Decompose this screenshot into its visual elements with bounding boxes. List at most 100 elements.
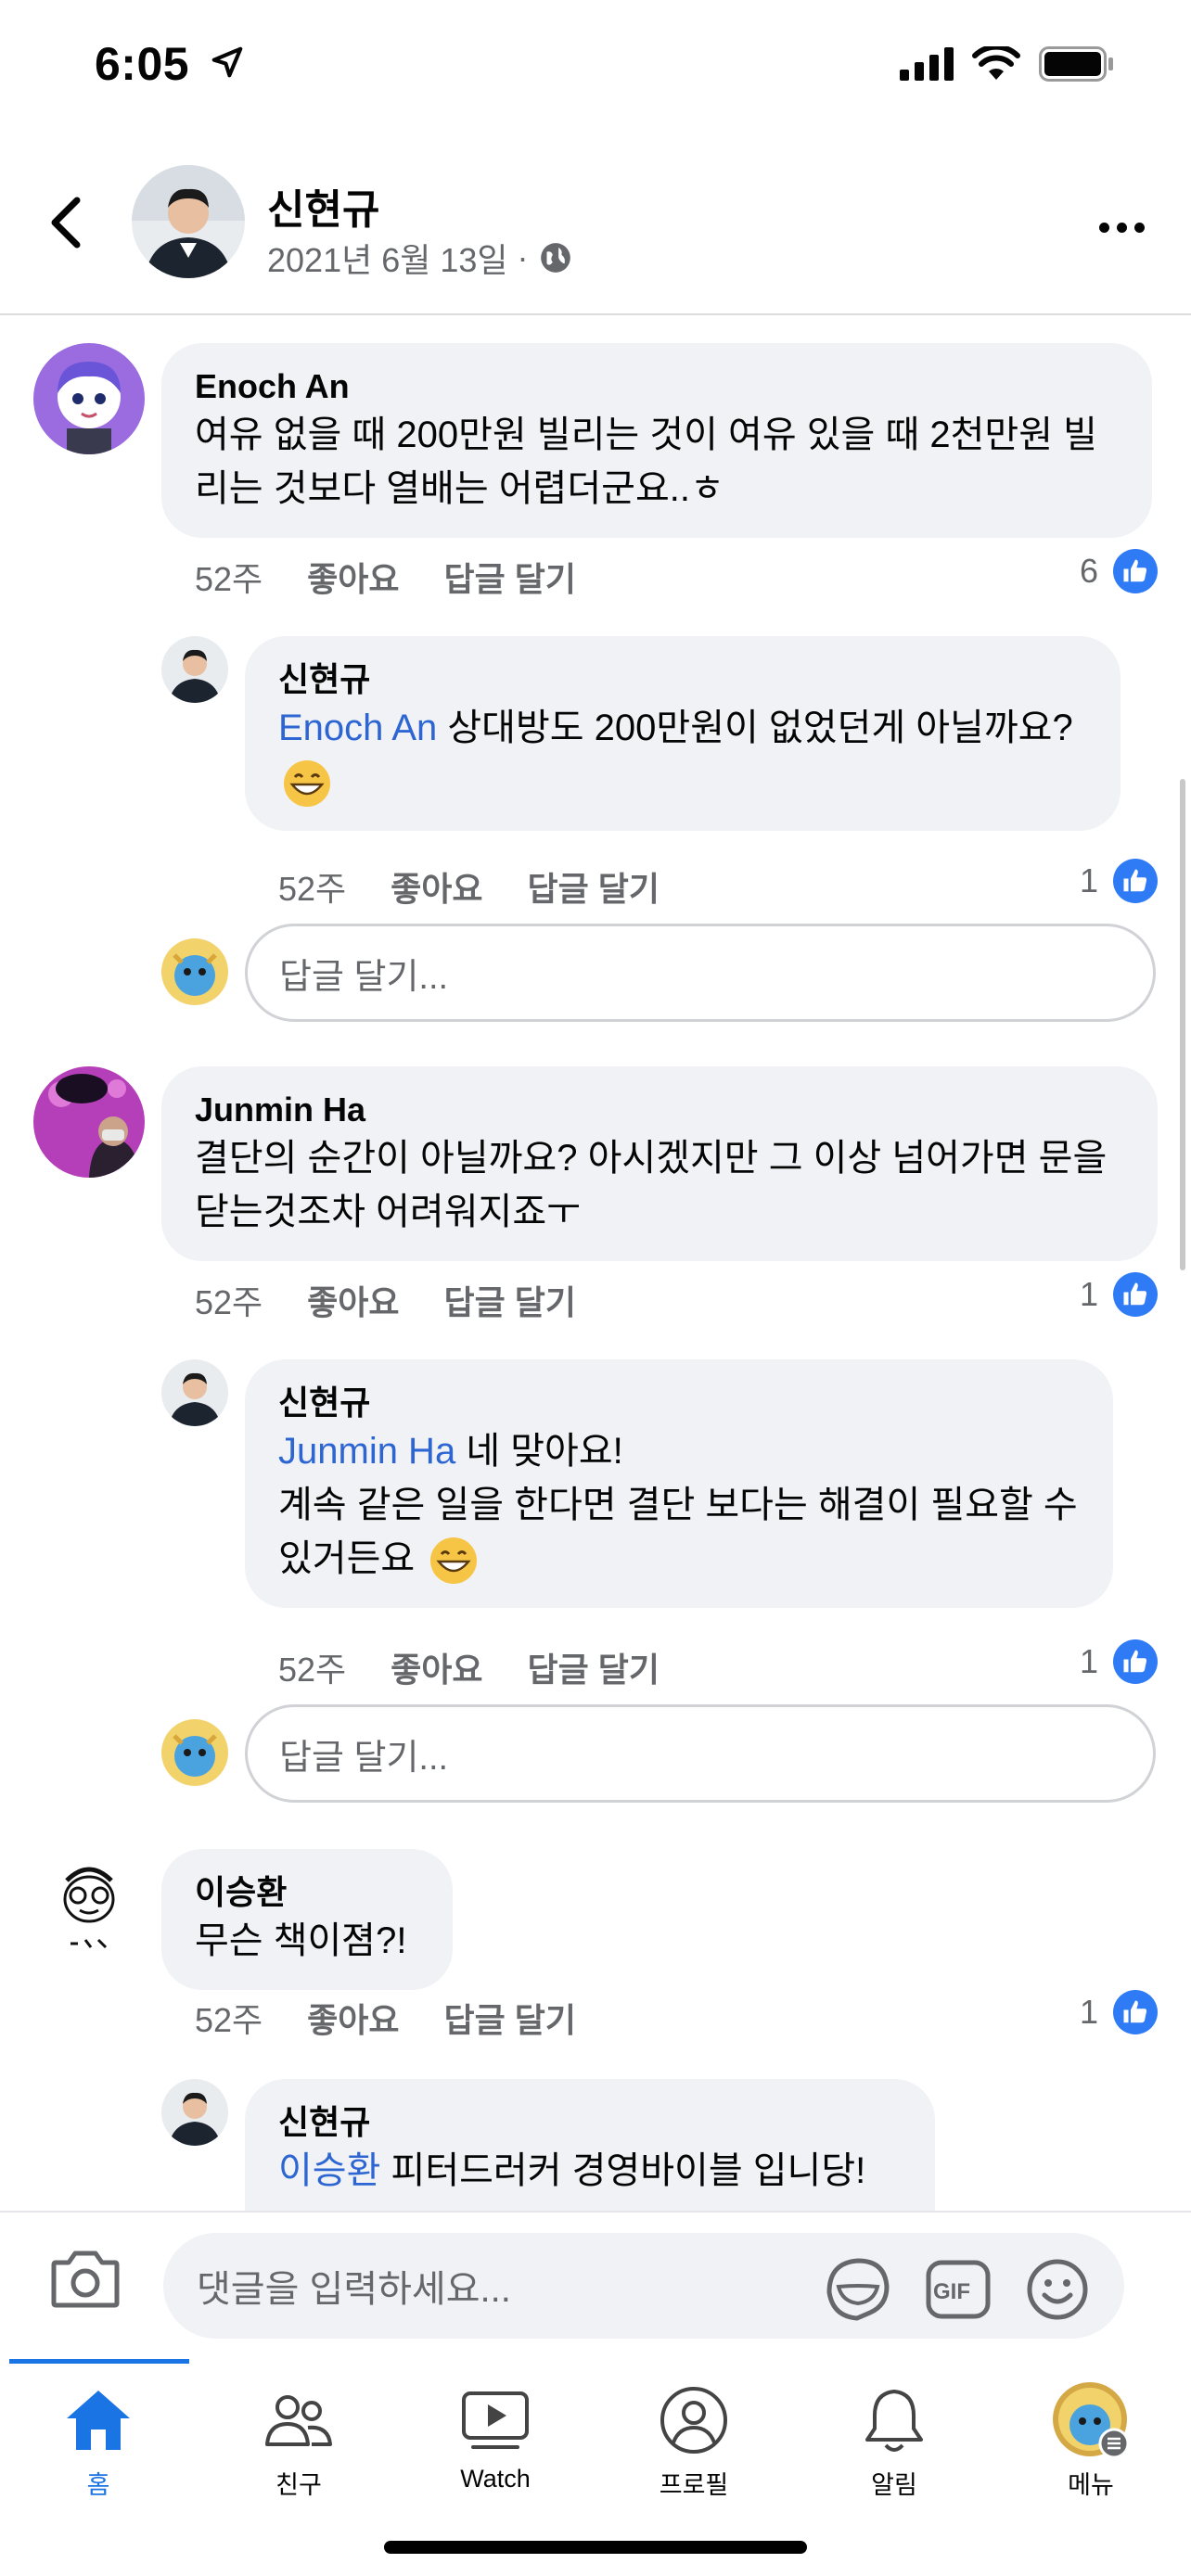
- reply-text: Junmin Ha 네 맞아요! 계속 같은 일을 한다면 결단 보다는 해결이 …: [278, 1424, 1080, 1586]
- location-arrow-icon: [210, 45, 245, 84]
- signal-icon: [900, 47, 954, 81]
- commenter-name[interactable]: Junmin Ha: [195, 1089, 1124, 1131]
- mention-link[interactable]: 이승환: [278, 2150, 380, 2191]
- meta-separator: ·: [517, 238, 529, 276]
- tab-watch[interactable]: Watch: [421, 2383, 570, 2493]
- bell-icon: [852, 2383, 936, 2457]
- reply-time: 52주: [278, 1651, 347, 1689]
- reply-button[interactable]: 답글 달기: [528, 1643, 660, 1691]
- like-button[interactable]: 좋아요: [391, 1643, 482, 1691]
- replier-avatar[interactable]: [161, 2079, 228, 2146]
- reaction-count[interactable]: 1: [1080, 1639, 1158, 1684]
- like-count: 1: [1079, 861, 1098, 899]
- reply-placeholder: 답글 달기...: [279, 1738, 449, 1778]
- comment-bubble: Junmin Ha 결단의 순간이 아닐까요? 아시겠지만 그 이상 넘어가면 …: [161, 1066, 1158, 1261]
- reply-text: Enoch An 상대방도 200만원이 없었던게 아닐까요?: [278, 701, 1087, 809]
- reply-text: 이승환 피터드러커 경영바이블 입니당!: [278, 2150, 866, 2191]
- comment-time: 52주: [195, 1283, 263, 1321]
- thumbs-up-icon: [1113, 549, 1158, 593]
- replier-name[interactable]: 신현규: [278, 2101, 902, 2144]
- comment-time: 52주: [195, 2001, 263, 2039]
- reply-button[interactable]: 답글 달기: [528, 862, 660, 911]
- status-time: 6:05: [95, 38, 190, 90]
- more-dot-icon: [1098, 222, 1109, 233]
- comment-time: 52주: [195, 560, 263, 598]
- tab-profile[interactable]: 프로필: [620, 2383, 768, 2501]
- like-count: 1: [1079, 1642, 1098, 1680]
- author-name[interactable]: 신현규: [267, 176, 379, 236]
- camera-button[interactable]: [50, 2246, 121, 2315]
- active-tab-indicator: [9, 2359, 189, 2364]
- profile-icon: [652, 2383, 736, 2457]
- replier-name[interactable]: 신현규: [278, 1382, 1080, 1424]
- reply-input[interactable]: 답글 달기...: [245, 1704, 1156, 1803]
- post-header: 신현규 2021년 6월 13일 ·: [0, 139, 1191, 315]
- status-bar: 6:05: [0, 0, 1191, 139]
- tab-friends[interactable]: 친구: [224, 2383, 373, 2501]
- comment-placeholder: 댓글을 입력하세요...: [197, 2269, 511, 2310]
- home-icon: [57, 2383, 140, 2457]
- reaction-count[interactable]: 1: [1080, 1990, 1158, 2034]
- reply-actions: 52주 좋아요 답글 달기: [278, 1643, 704, 1691]
- tab-label: 프로필: [659, 2471, 729, 2499]
- post-date[interactable]: 2021년 6월 13일: [267, 234, 508, 282]
- reply-button[interactable]: 답글 달기: [444, 1276, 576, 1324]
- reaction-count[interactable]: 1: [1080, 859, 1158, 903]
- commenter-avatar[interactable]: [33, 343, 145, 454]
- reply-bubble: 신현규 Junmin Ha 네 맞아요! 계속 같은 일을 한다면 결단 보다는 …: [245, 1359, 1113, 1609]
- grinning-emoji-icon: [429, 1536, 479, 1586]
- comment-text: 여유 없을 때 200만원 빌리는 것이 여유 있을 때 2천만원 빌리는 것보…: [195, 414, 1097, 509]
- like-count: 1: [1079, 1993, 1098, 2031]
- mention-link[interactable]: Enoch An: [278, 708, 437, 748]
- commenter-name[interactable]: Enoch An: [195, 365, 1119, 408]
- more-dot-icon: [1133, 222, 1145, 233]
- reply-time: 52주: [278, 870, 347, 908]
- replier-avatar[interactable]: [161, 1359, 228, 1426]
- globe-icon: [540, 243, 570, 273]
- scrollbar[interactable]: [1180, 779, 1185, 1270]
- watch-icon: [454, 2383, 537, 2457]
- like-button[interactable]: 좋아요: [307, 553, 399, 601]
- sticker-button[interactable]: [826, 2257, 890, 2327]
- tab-label: 알림: [871, 2471, 917, 2499]
- comment-bubble: Enoch An 여유 없을 때 200만원 빌리는 것이 여유 있을 때 2천…: [161, 343, 1152, 538]
- mention-link[interactable]: Junmin Ha: [278, 1431, 455, 1472]
- reply-button[interactable]: 답글 달기: [444, 1994, 576, 2042]
- replier-name[interactable]: 신현규: [278, 658, 1087, 701]
- reply-bubble: 신현규 Enoch An 상대방도 200만원이 없었던게 아닐까요?: [245, 636, 1121, 832]
- comment-text: 무슨 책이졈?!: [195, 1920, 407, 1961]
- my-avatar: [161, 938, 228, 1005]
- author-avatar[interactable]: [132, 165, 245, 278]
- like-button[interactable]: 좋아요: [307, 1276, 399, 1324]
- reply-actions: 52주 좋아요 답글 달기: [278, 862, 704, 911]
- tab-home[interactable]: 홈: [24, 2383, 173, 2501]
- thumbs-up-icon: [1113, 1990, 1158, 2034]
- commenter-avatar[interactable]: [33, 1847, 145, 1958]
- reply-placeholder: 답글 달기...: [279, 957, 449, 997]
- reaction-count[interactable]: 1: [1080, 1272, 1158, 1317]
- like-count: 1: [1079, 1275, 1098, 1313]
- reply-input[interactable]: 답글 달기...: [245, 924, 1156, 1022]
- thumbs-up-icon: [1113, 859, 1158, 903]
- home-indicator[interactable]: [384, 2541, 807, 2554]
- like-count: 6: [1079, 552, 1098, 590]
- tab-label: 홈: [86, 2471, 110, 2499]
- emoji-button[interactable]: [1026, 2258, 1089, 2326]
- tab-notifications[interactable]: 알림: [820, 2383, 968, 2501]
- thumbs-up-icon: [1113, 1272, 1158, 1317]
- tab-menu[interactable]: 메뉴: [1017, 2382, 1165, 2501]
- commenter-avatar[interactable]: [33, 1066, 145, 1178]
- replier-avatar[interactable]: [161, 636, 228, 703]
- like-button[interactable]: 좋아요: [391, 862, 482, 911]
- comment-actions: 52주 좋아요 답글 달기: [195, 553, 621, 601]
- wifi-icon: [972, 46, 1020, 80]
- commenter-name[interactable]: 이승환: [195, 1871, 419, 1914]
- reply-button[interactable]: 답글 달기: [444, 553, 576, 601]
- post-meta: 2021년 6월 13일 ·: [267, 234, 573, 282]
- back-button[interactable]: [43, 185, 89, 260]
- more-options-button[interactable]: [1089, 204, 1154, 250]
- like-button[interactable]: 좋아요: [307, 1994, 399, 2042]
- chevron-left-icon: [51, 197, 81, 249]
- comment-compose-bar: 댓글을 입력하세요... GIF: [0, 2211, 1191, 2359]
- reaction-count[interactable]: 6: [1080, 549, 1158, 593]
